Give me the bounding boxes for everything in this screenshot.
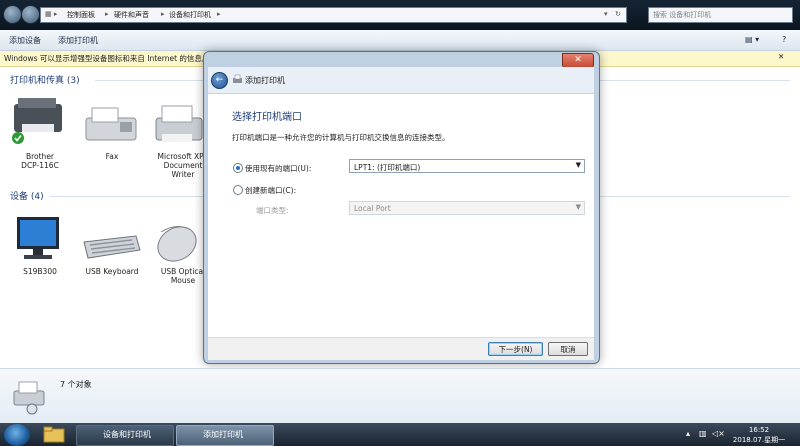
- breadcrumb-separator-icon: ▸: [217, 10, 221, 18]
- next-button[interactable]: 下一步(N): [488, 342, 543, 356]
- breadcrumb-separator-icon: ▸: [161, 10, 165, 18]
- create-new-port-label[interactable]: 创建新端口(C):: [245, 185, 296, 196]
- existing-port-select[interactable]: LPT1: (打印机端口) ▼: [349, 159, 585, 173]
- existing-port-value: LPT1: (打印机端口): [354, 163, 421, 172]
- dialog-description: 打印机端口是一种允许您的计算机与打印机交换信息的连接类型。: [232, 133, 450, 142]
- create-new-port-radio[interactable]: [233, 185, 243, 195]
- search-input[interactable]: 搜索 设备和打印机: [648, 7, 793, 23]
- chevron-down-icon: ▼: [575, 203, 581, 211]
- taskbar-add-printer[interactable]: 添加打印机: [176, 425, 274, 446]
- dialog-close-button[interactable]: ✕: [562, 53, 594, 68]
- forward-button[interactable]: [21, 5, 40, 24]
- chevron-down-icon: ▼: [575, 161, 581, 169]
- dialog-body: 选择打印机端口 打印机端口是一种允许您的计算机与打印机交换信息的连接类型。 使用…: [208, 94, 594, 337]
- address-bar-area: ▦ ▸ 控制面板 ▸ 硬件和声音 ▸ 设备和打印机 ▸ ▾ ↻ 搜索 设备和打印…: [0, 0, 800, 30]
- keyboard-icon[interactable]: [80, 232, 142, 260]
- tray-arrow-icon[interactable]: ▴: [686, 429, 690, 438]
- dialog-footer: 下一步(N) 取消: [208, 337, 594, 360]
- port-type-select[interactable]: Local Port ▼: [349, 201, 585, 215]
- use-existing-port-label[interactable]: 使用现有的端口(U):: [245, 163, 311, 174]
- volume-icon[interactable]: ◁×: [712, 429, 725, 438]
- clock[interactable]: 16:52 2018.07.星期一: [730, 425, 788, 445]
- printer-icon[interactable]: [8, 94, 70, 149]
- folder-icon[interactable]: [43, 426, 65, 443]
- network-icon[interactable]: ▥: [699, 429, 707, 438]
- back-button[interactable]: [3, 5, 22, 24]
- close-icon[interactable]: ✕: [778, 52, 784, 61]
- add-device-button[interactable]: 添加设备: [9, 35, 41, 46]
- details-pane: 7 个对象: [0, 368, 800, 424]
- breadcrumb-separator-icon: ▸: [105, 10, 109, 18]
- taskbar-item-label: 设备和打印机: [103, 430, 151, 439]
- use-existing-port-radio[interactable]: [233, 163, 243, 173]
- dialog-heading: 选择打印机端口: [232, 112, 302, 123]
- item-count: 7 个对象: [60, 380, 92, 389]
- device-label[interactable]: Fax: [81, 152, 143, 161]
- port-type-value: Local Port: [354, 204, 391, 213]
- printer-icon: [13, 381, 45, 415]
- printer-icon: [233, 74, 242, 83]
- breadcrumb-hardware-sound[interactable]: 硬件和声音: [114, 10, 149, 20]
- breadcrumb-control-panel[interactable]: 控制面板: [67, 10, 95, 20]
- clock-date: 2018.07.星期一: [732, 436, 786, 444]
- monitor-icon[interactable]: [14, 215, 62, 261]
- add-printer-dialog: ✕ ← 添加打印机 选择打印机端口 打印机端口是一种允许您的计算机与打印机交换信…: [203, 51, 600, 364]
- printer-icon[interactable]: [152, 104, 204, 148]
- device-label[interactable]: S19B300: [9, 267, 71, 276]
- add-printer-button[interactable]: 添加打印机: [58, 35, 98, 46]
- dialog-header: ← 添加打印机: [208, 67, 594, 94]
- mouse-icon[interactable]: [153, 218, 205, 264]
- fax-icon[interactable]: [80, 104, 142, 148]
- printers-section-title[interactable]: 打印机和传真 (3): [10, 73, 80, 86]
- back-arrow-icon[interactable]: ←: [211, 72, 228, 89]
- view-options-icon[interactable]: ▤ ▾: [745, 35, 759, 44]
- start-button[interactable]: [4, 424, 30, 446]
- clock-time: 16:52: [748, 426, 770, 434]
- device-label[interactable]: Brother DCP-116C: [9, 152, 71, 170]
- taskbar-devices-printers[interactable]: 设备和打印机: [76, 425, 174, 446]
- port-type-label: 端口类型:: [256, 206, 289, 215]
- help-icon[interactable]: ?: [782, 35, 786, 44]
- taskbar: 设备和打印机 添加打印机 ▴ ▥ ◁× 16:52 2018.07.星期一: [0, 423, 800, 446]
- cancel-button[interactable]: 取消: [548, 342, 588, 356]
- device-label[interactable]: USB Keyboard: [81, 267, 143, 276]
- taskbar-item-label: 添加打印机: [203, 430, 243, 439]
- folder-icon: ▦ ▸: [45, 10, 58, 18]
- address-dropdown-icon[interactable]: ▾: [604, 10, 608, 18]
- dialog-title: 添加打印机: [245, 76, 285, 85]
- refresh-icon[interactable]: ↻: [615, 10, 621, 18]
- breadcrumb-devices-printers[interactable]: 设备和打印机: [169, 10, 211, 20]
- address-bar[interactable]: ▦ ▸ 控制面板 ▸ 硬件和声音 ▸ 设备和打印机 ▸ ▾ ↻: [40, 7, 627, 23]
- command-bar: 添加设备 添加打印机 ▤ ▾ ?: [0, 30, 800, 51]
- devices-section-title[interactable]: 设备 (4): [10, 189, 44, 202]
- info-bar-text: Windows 可以显示增强型设备图标和来自 Internet 的信息。: [4, 54, 210, 63]
